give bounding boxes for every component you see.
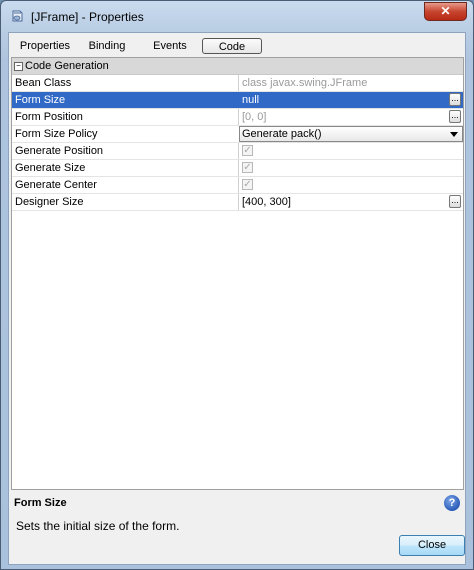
tab-binding[interactable]: Binding <box>85 38 129 54</box>
column-divider <box>238 194 239 210</box>
property-value[interactable]: [0, 0] <box>242 111 266 123</box>
close-icon: ✕ <box>440 4 451 18</box>
property-name: Generate Position <box>15 145 104 157</box>
tab-bar: Properties Binding Events Code <box>9 33 465 57</box>
column-divider <box>238 109 239 125</box>
property-row-bean-class[interactable]: Bean Class class javax.swing.JFrame <box>12 75 463 92</box>
property-name: Designer Size <box>15 196 84 208</box>
tab-properties[interactable]: Properties <box>15 38 75 54</box>
generate-position-checkbox[interactable]: ✓ <box>242 145 253 156</box>
close-button[interactable]: Close <box>399 535 465 556</box>
generate-center-checkbox[interactable]: ✓ <box>242 179 253 190</box>
description-panel: Form Size ? Sets the initial size of the… <box>11 491 464 563</box>
chevron-down-icon[interactable] <box>450 132 458 137</box>
ellipsis-button[interactable]: ... <box>449 110 461 123</box>
title-bar[interactable]: [JFrame] - Properties ✕ <box>1 1 473 33</box>
window-close-button[interactable]: ✕ <box>424 2 467 21</box>
property-row-generate-center[interactable]: Generate Center ✓ <box>12 177 463 194</box>
help-icon[interactable]: ? <box>444 495 460 511</box>
property-name: Form Size <box>15 94 66 106</box>
category-label: Code Generation <box>25 60 109 72</box>
form-size-policy-dropdown[interactable]: Generate pack() <box>239 126 463 142</box>
property-row-designer-size[interactable]: Designer Size [400, 300] ... <box>12 194 463 211</box>
window-title: [JFrame] - Properties <box>31 10 144 24</box>
properties-window: [JFrame] - Properties ✕ Properties Bindi… <box>0 0 474 570</box>
ellipsis-button[interactable]: ... <box>449 195 461 208</box>
property-value[interactable]: null <box>242 94 259 106</box>
category-code-generation[interactable]: − Code Generation <box>12 58 463 75</box>
property-value: class javax.swing.JFrame <box>242 77 368 89</box>
column-divider <box>238 177 239 193</box>
property-row-form-size-policy[interactable]: Form Size Policy Generate pack() <box>12 126 463 143</box>
property-row-generate-size[interactable]: Generate Size ✓ <box>12 160 463 177</box>
property-name: Bean Class <box>15 77 72 89</box>
property-row-form-position[interactable]: Form Position [0, 0] ... <box>12 109 463 126</box>
tab-code[interactable]: Code <box>202 38 262 54</box>
property-name: Generate Size <box>15 162 86 174</box>
collapse-icon[interactable]: − <box>14 62 23 71</box>
description-title: Form Size <box>14 497 67 509</box>
generate-size-checkbox[interactable]: ✓ <box>242 162 253 173</box>
property-name: Generate Center <box>15 179 97 191</box>
column-divider <box>238 160 239 176</box>
property-sheet: − Code Generation Bean Class class javax… <box>11 57 464 490</box>
column-divider <box>238 143 239 159</box>
property-row-form-size[interactable]: Form Size null ... <box>12 92 463 109</box>
dropdown-value: Generate pack() <box>242 128 322 140</box>
property-name: Form Size Policy <box>15 128 98 140</box>
property-row-generate-position[interactable]: Generate Position ✓ <box>12 143 463 160</box>
tab-events[interactable]: Events <box>144 38 196 54</box>
ellipsis-button[interactable]: ... <box>449 93 461 106</box>
description-text: Sets the initial size of the form. <box>16 519 180 533</box>
dialog-client-area: Properties Binding Events Code − Code Ge… <box>8 32 466 565</box>
property-value[interactable]: [400, 300] <box>242 196 291 208</box>
property-name: Form Position <box>15 111 83 123</box>
column-divider <box>238 75 239 91</box>
java-component-icon <box>12 10 23 22</box>
